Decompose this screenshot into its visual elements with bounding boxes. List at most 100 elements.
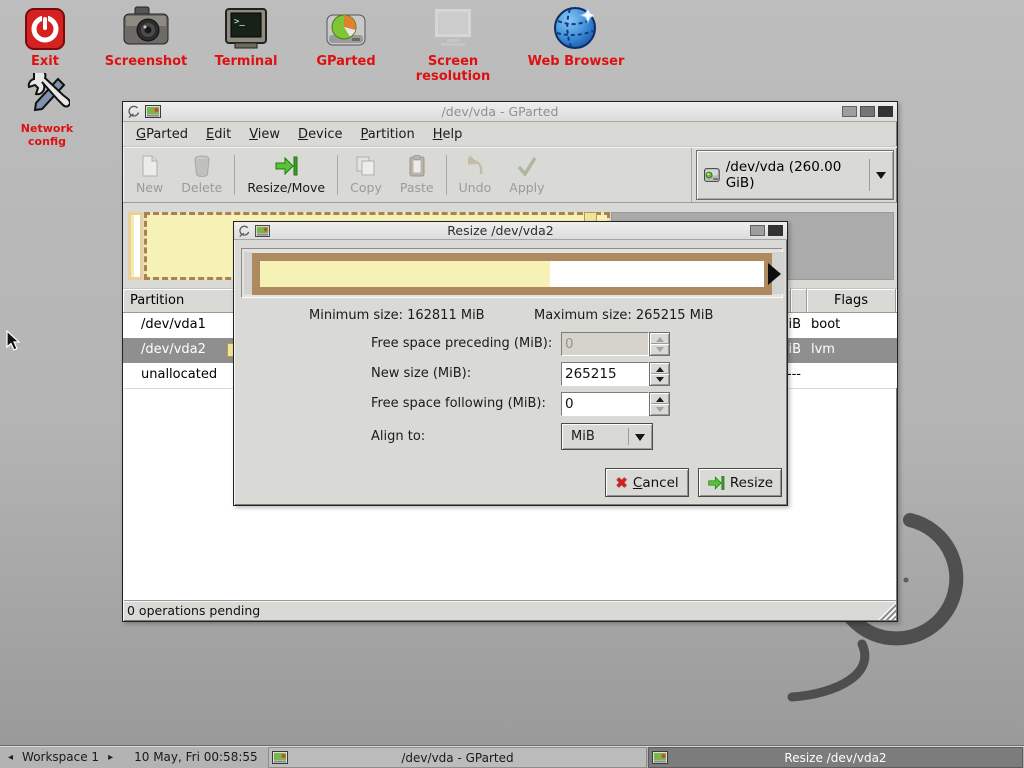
main-window-titlebar[interactable]: /dev/vda - GParted — [123, 102, 897, 122]
mouse-cursor — [6, 330, 21, 352]
cancel-x-icon: ✖ — [615, 474, 628, 492]
disk-partition-icon — [306, 4, 386, 51]
desktop-icon-screenshot[interactable]: Screenshot — [96, 4, 196, 69]
new-size-spinner[interactable] — [649, 362, 670, 386]
menu-device[interactable]: Device — [289, 124, 351, 145]
spin-down-button[interactable] — [650, 404, 669, 415]
cancel-button[interactable]: ✖ Cancel — [605, 468, 689, 497]
resize-move-button[interactable]: Resize/Move — [238, 148, 334, 202]
toolbar: New Delete Resize/Move Copy — [123, 147, 897, 203]
desktop-icon-label: Screen resolution — [390, 54, 516, 84]
device-selector-label: /dev/vda (260.00 GiB) — [726, 159, 863, 191]
power-icon — [14, 4, 76, 51]
free-space-following-label: Free space following (MiB): — [371, 396, 546, 411]
spin-up-button — [650, 333, 669, 344]
desktop-icon-label: Network config — [6, 122, 88, 148]
chevron-down-icon — [635, 434, 645, 446]
app-window-icon — [255, 225, 270, 237]
slider-arrow-icon[interactable] — [768, 263, 781, 285]
column-header-flags[interactable]: Flags — [807, 289, 896, 312]
free-space-following-spinner[interactable] — [649, 392, 670, 416]
copy-icon — [355, 155, 377, 177]
toolbar-separator — [446, 155, 447, 195]
spin-down-button — [650, 344, 669, 355]
menu-partition[interactable]: Partition — [352, 124, 424, 145]
globe-icon — [516, 4, 636, 51]
workspace-next-arrow[interactable]: ▸ — [106, 752, 115, 763]
free-space-following-field[interactable] — [561, 392, 649, 416]
toolbar-separator — [337, 155, 338, 195]
close-button[interactable] — [768, 225, 783, 236]
paste-icon — [408, 155, 426, 177]
desktop-icon-label: Web Browser — [516, 54, 636, 69]
minimize-button[interactable] — [842, 106, 857, 117]
operations-pending-text: 0 operations pending — [127, 603, 260, 618]
toolbar-separator — [234, 155, 235, 195]
apply-button[interactable]: Apply — [500, 148, 553, 202]
minimum-size-label: Minimum size: 162811 MiB — [309, 308, 485, 323]
partition-box-vda1[interactable] — [128, 212, 143, 280]
svg-text:>_: >_ — [234, 17, 245, 27]
desktop-icon-exit[interactable]: Exit — [14, 4, 76, 69]
resize-grip[interactable] — [878, 602, 896, 620]
tools-icon — [6, 72, 88, 119]
desktop-icon-gparted[interactable]: GParted — [306, 4, 386, 69]
new-partition-icon — [140, 155, 160, 177]
apply-check-icon — [516, 155, 538, 177]
workspace-label: Workspace 1 — [22, 750, 99, 764]
new-size-label: New size (MiB): — [371, 366, 471, 381]
new-size-field[interactable] — [561, 362, 649, 386]
align-to-value: MiB — [571, 429, 595, 444]
paste-button[interactable]: Paste — [391, 148, 443, 202]
taskbar: ◂ Workspace 1 ▸ 10 May, Fri 00:58:55 ◂ ▸… — [0, 745, 1024, 768]
debian-swirl-icon — [238, 225, 250, 237]
monitor-icon — [390, 4, 516, 51]
dialog-titlebar[interactable]: Resize /dev/vda2 — [234, 222, 787, 240]
resize-button[interactable]: Resize — [698, 468, 782, 497]
free-space-preceding-spinner — [649, 332, 670, 356]
chevron-down-icon — [876, 172, 886, 184]
app-window-icon — [145, 105, 161, 118]
spin-up-button[interactable] — [650, 363, 669, 374]
desktop-icon-terminal[interactable]: >_ Terminal — [206, 4, 286, 69]
maximize-button[interactable] — [860, 106, 875, 117]
clock: 10 May, Fri 00:58:55 — [134, 750, 258, 764]
menu-view[interactable]: View — [240, 124, 289, 145]
harddisk-icon — [704, 167, 720, 183]
align-to-dropdown[interactable]: MiB — [561, 423, 653, 450]
spin-down-button[interactable] — [650, 374, 669, 385]
app-window-icon — [652, 751, 668, 764]
delete-button[interactable]: Delete — [172, 148, 231, 202]
menu-edit[interactable]: Edit — [197, 124, 240, 145]
desktop-icon-screen-resolution[interactable]: Screen resolution — [390, 4, 516, 84]
terminal-icon: >_ — [206, 4, 286, 51]
taskbar-item-gparted[interactable]: /dev/vda - GParted — [268, 747, 647, 768]
close-button[interactable] — [878, 106, 893, 117]
resize-arrow-icon — [707, 475, 725, 491]
workspace-prev-arrow[interactable]: ◂ — [6, 752, 15, 763]
desktop-icon-web-browser[interactable]: Web Browser — [516, 4, 636, 69]
debian-swirl-icon — [127, 105, 140, 118]
taskbar-item-resize-dialog[interactable]: Resize /dev/vda2 — [648, 747, 1023, 768]
dialog-title: Resize /dev/vda2 — [274, 223, 727, 238]
app-window-icon — [272, 751, 288, 764]
copy-button[interactable]: Copy — [341, 148, 391, 202]
toolbar-divider — [691, 148, 692, 202]
free-space-preceding-label: Free space preceding (MiB): — [371, 336, 552, 351]
slider-used-space — [260, 261, 550, 287]
device-selector[interactable]: /dev/vda (260.00 GiB) — [696, 150, 894, 200]
menubar: GParted Edit View Device Partition Help — [123, 122, 897, 147]
slider-left-handle[interactable] — [244, 252, 252, 294]
desktop-icon-label: Terminal — [206, 54, 286, 69]
menu-help[interactable]: Help — [424, 124, 472, 145]
desktop-icon-label: GParted — [306, 54, 386, 69]
new-button[interactable]: New — [127, 148, 172, 202]
menu-gparted[interactable]: GParted — [127, 124, 197, 145]
slider-partition-frame[interactable] — [252, 253, 772, 295]
spin-up-button[interactable] — [650, 393, 669, 404]
maximize-button[interactable] — [750, 225, 765, 236]
column-header-clipped[interactable] — [791, 289, 807, 312]
desktop-icon-network-config[interactable]: Network config — [6, 72, 88, 148]
statusbar: 0 operations pending — [124, 600, 896, 620]
undo-button[interactable]: Undo — [450, 148, 501, 202]
